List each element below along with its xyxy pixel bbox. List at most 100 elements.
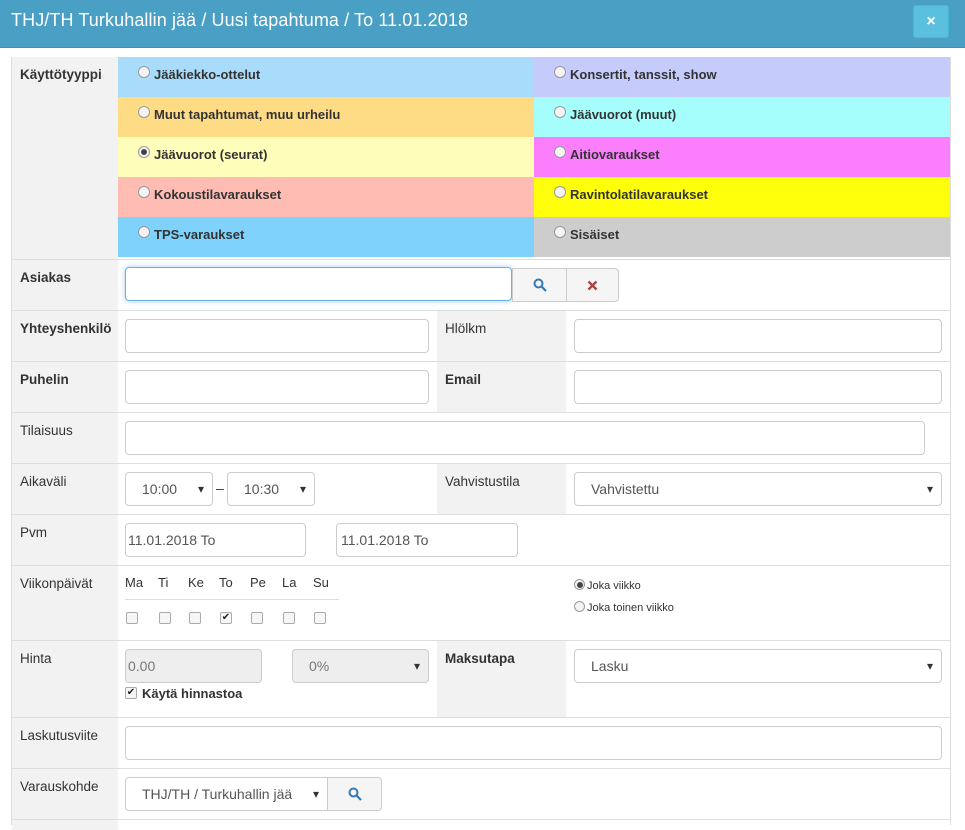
contact-row: Yhteyshenkilö Hlölkm: [12, 310, 950, 361]
weekday-label: Ke: [188, 575, 204, 590]
email-input[interactable]: [574, 370, 942, 404]
price-input[interactable]: [125, 649, 262, 683]
usage-type-option-label: TPS-varaukset: [154, 227, 245, 242]
weekday-label: To: [219, 575, 233, 590]
usage-type-option-label: Jäävuorot (muut): [570, 107, 677, 122]
search-icon: [533, 278, 547, 292]
end-time-select[interactable]: 10:30 ▾: [227, 472, 315, 506]
time-label: Aikaväli: [12, 464, 118, 514]
usage-type-option[interactable]: Konsertit, tanssit, show: [534, 57, 950, 97]
usage-type-option-label: Jääkiekko-ottelut: [154, 67, 261, 82]
weekday-checkbox[interactable]: [159, 612, 171, 624]
usage-type-radio[interactable]: [138, 66, 150, 78]
target-search-button[interactable]: [327, 777, 382, 811]
every-other-week-label: Joka toinen viikko: [587, 602, 674, 614]
vat-value: 0%: [309, 658, 330, 674]
weekday-label: Ti: [158, 575, 169, 590]
usage-type-label: Käyttötyyppi: [12, 57, 118, 259]
weekday-checkbox[interactable]: [126, 612, 138, 624]
every-week-label: Joka viikko: [587, 580, 641, 592]
chevron-down-icon: ▾: [299, 482, 306, 496]
end-date-input[interactable]: [336, 523, 518, 557]
usage-type-option[interactable]: Jääkiekko-ottelut: [118, 57, 534, 97]
payment-value: Lasku: [591, 658, 629, 674]
weekday-label: Su: [313, 575, 329, 590]
usage-type-option-label: Konsertit, tanssit, show: [570, 67, 717, 82]
occasion-input[interactable]: [125, 421, 925, 455]
price-label: Hinta: [12, 641, 118, 717]
weekdays-label: Viikonpäivät: [12, 566, 118, 640]
weekday-checkbox[interactable]: ✔: [220, 612, 232, 624]
usage-type-option[interactable]: Aitiovaraukset: [534, 137, 950, 177]
usage-type-option[interactable]: Jäävuorot (muut): [534, 97, 950, 137]
customer-clear-button[interactable]: [566, 268, 619, 302]
usage-type-radio[interactable]: [138, 106, 150, 118]
usage-type-option[interactable]: Sisäiset: [534, 217, 950, 257]
event-form: Käyttötyyppi Jääkiekko-ottelut Konsertit,…: [11, 57, 951, 830]
status-value: Vahvistettu: [591, 481, 660, 497]
end-time-value: 10:30: [244, 481, 280, 497]
weekday-label: Ma: [125, 575, 144, 590]
every-other-week-radio[interactable]: [574, 601, 585, 612]
usage-type-radio[interactable]: [554, 106, 566, 118]
modal-header: THJ/TH Turkuhallin jää / Uusi tapahtuma …: [0, 0, 965, 48]
invoice-ref-row: Laskutusviite: [12, 717, 950, 768]
phone-row: Puhelin Email: [12, 361, 950, 412]
vat-select[interactable]: 0% ▾: [292, 649, 429, 683]
status-select[interactable]: Vahvistettu ▾: [574, 472, 942, 506]
weekday-label: La: [282, 575, 297, 590]
phone-input[interactable]: [125, 370, 429, 404]
customer-row: Asiakas: [12, 259, 950, 310]
every-week-radio[interactable]: [574, 579, 585, 590]
usage-type-radio[interactable]: [554, 226, 566, 238]
chevron-down-icon: ▾: [926, 659, 933, 673]
usage-type-option[interactable]: Muut tapahtumat, muu urheilu: [118, 97, 534, 137]
payment-label: Maksutapa: [437, 641, 566, 717]
usage-type-radio[interactable]: [138, 226, 150, 238]
target-label: Varauskohde: [12, 769, 118, 819]
weekdays-row: Viikonpäivät Ma Ti Ke To ✔ Pe La Su Joka viikko…: [12, 565, 950, 640]
status-label: Vahvistustila: [437, 464, 566, 514]
chevron-down-icon: ▾: [197, 482, 204, 496]
weekday-checkbox[interactable]: [314, 612, 326, 624]
customer-input[interactable]: [125, 267, 512, 301]
chevron-down-icon: ▾: [312, 787, 319, 801]
contact-input[interactable]: [125, 319, 429, 353]
target-select[interactable]: THJ/TH / Turkuhallin jää ▾: [125, 777, 328, 811]
usage-type-option[interactable]: Kokoustilavaraukset: [118, 177, 534, 217]
close-button[interactable]: ×: [913, 5, 949, 38]
start-time-select[interactable]: 10:00 ▾: [125, 472, 213, 506]
customer-search-button[interactable]: [512, 268, 567, 302]
invoice-ref-input[interactable]: [125, 726, 942, 760]
usage-type-radio[interactable]: [554, 66, 566, 78]
usage-type-radio[interactable]: [138, 186, 150, 198]
weekday-checkbox[interactable]: [189, 612, 201, 624]
usage-type-option-label: Jäävuorot (seurat): [154, 147, 268, 162]
weekday-checkbox[interactable]: [251, 612, 263, 624]
chevron-down-icon: ▾: [926, 482, 933, 496]
weekday-checkbox[interactable]: [283, 612, 295, 624]
usage-type-option-label: Aitiovaraukset: [570, 147, 660, 162]
customer-label: Asiakas: [12, 260, 118, 310]
use-pricelist-checkbox[interactable]: ✔: [125, 687, 137, 699]
occasion-row: Tilaisuus: [12, 412, 950, 463]
usage-type-option[interactable]: Ravintolatilavaraukset: [534, 177, 950, 217]
count-label: Hlölkm: [437, 311, 566, 361]
chevron-down-icon: ▾: [413, 659, 420, 673]
start-date-input[interactable]: [125, 523, 306, 557]
use-pricelist-label: Käytä hinnastoa: [142, 686, 243, 701]
date-row: Pvm: [12, 514, 950, 565]
search-icon: [348, 787, 362, 801]
weekday-divider: [125, 599, 339, 600]
usage-type-option-label: Muut tapahtumat, muu urheilu: [154, 107, 341, 122]
usage-type-option[interactable]: TPS-varaukset: [118, 217, 534, 257]
payment-select[interactable]: Lasku ▾: [574, 649, 942, 683]
usage-type-option[interactable]: Jäävuorot (seurat): [118, 137, 534, 177]
count-input[interactable]: [574, 319, 942, 353]
close-icon: ×: [926, 12, 936, 30]
usage-type-radio[interactable]: [554, 146, 566, 158]
usage-type-radio[interactable]: [138, 146, 150, 158]
usage-type-radio[interactable]: [554, 186, 566, 198]
usage-type-option-label: Kokoustilavaraukset: [154, 187, 282, 202]
times-icon: [587, 280, 598, 290]
